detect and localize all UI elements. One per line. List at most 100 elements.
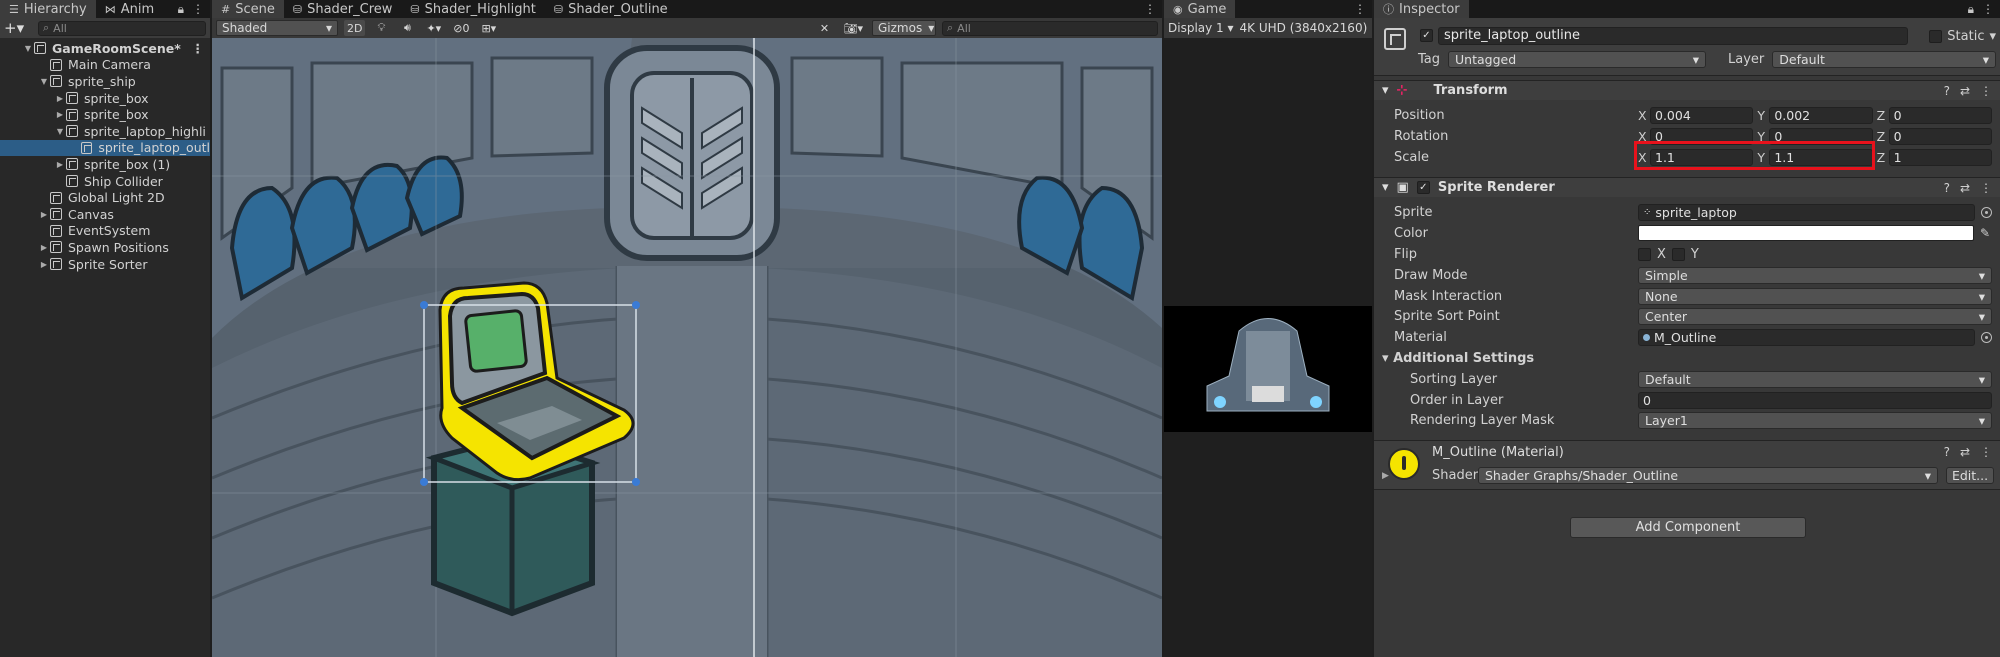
help-icon[interactable]: ?	[1944, 445, 1950, 459]
kebab-menu-icon[interactable]: ⋮	[1980, 445, 1992, 459]
active-checkbox[interactable]: ✓	[1420, 29, 1433, 42]
lock-icon[interactable]: 🔒︎	[1968, 2, 1974, 17]
audio-toggle-icon[interactable]: 🔊︎	[397, 20, 417, 36]
static-checkbox[interactable]	[1929, 30, 1943, 43]
tab-shader-outline[interactable]: ⛁ Shader_Outline	[545, 0, 677, 18]
chevron-down-icon[interactable]: ▼	[54, 127, 66, 136]
object-picker-icon[interactable]	[1981, 206, 1992, 218]
hierarchy-search-input[interactable]: ⌕ All	[38, 20, 206, 36]
hierarchy-item[interactable]: ▼ sprite_laptop_highli	[0, 123, 210, 140]
tab-hierarchy[interactable]: ☰ Hierarchy	[0, 0, 96, 18]
hierarchy-item[interactable]: ▶ sprite_box (1)	[0, 156, 210, 173]
sprite-renderer-enabled-checkbox[interactable]: ✓	[1416, 181, 1430, 194]
hierarchy-item[interactable]: sprite_laptop_outl	[0, 139, 210, 157]
position-z-field[interactable]: 0	[1888, 106, 1992, 124]
object-picker-icon[interactable]	[1981, 331, 1992, 343]
order-in-layer-field[interactable]: 0	[1638, 391, 1992, 409]
static-toggle[interactable]: Static ▾	[1929, 29, 1996, 44]
tools-icon[interactable]: ✕	[815, 20, 835, 36]
scene-viewport[interactable]	[212, 38, 1162, 657]
kebab-menu-icon[interactable]: ⋮	[192, 41, 205, 56]
flip-y-checkbox[interactable]	[1671, 247, 1685, 261]
chevron-right-icon[interactable]: ▶	[54, 160, 66, 169]
chevron-right-icon[interactable]: ▶	[38, 243, 50, 252]
chevron-right-icon[interactable]: ▶	[38, 210, 50, 219]
additional-settings-row[interactable]: ▾ Additional Settings	[1374, 348, 2000, 369]
camera-dropdown[interactable]: 📷︎▾	[841, 20, 867, 36]
kebab-menu-icon[interactable]: ⋮	[1354, 2, 1366, 16]
kebab-menu-icon[interactable]: ⋮	[1980, 84, 1992, 98]
additional-settings-foldout[interactable]: ▾ Additional Settings	[1374, 351, 1534, 366]
chevron-down-icon[interactable]: ▼	[22, 44, 34, 53]
layer-dropdown[interactable]: Default ▾	[1772, 51, 1996, 68]
hierarchy-item[interactable]: EventSystem	[0, 223, 210, 240]
preset-icon[interactable]: ⇄	[1960, 84, 1970, 98]
hierarchy-item[interactable]: Ship Collider	[0, 173, 210, 190]
rendering-layer-mask-dropdown[interactable]: Layer1 ▾	[1638, 411, 1992, 429]
foldout-arrow-icon[interactable]: ▾	[1382, 83, 1389, 98]
eyedropper-icon[interactable]: ✎	[1978, 226, 1992, 240]
lock-icon[interactable]: 🔒︎	[178, 2, 184, 17]
help-icon[interactable]: ?	[1944, 84, 1950, 98]
transform-header[interactable]: ▾ ⊹ Transform ? ⇄ ⋮	[1374, 80, 2000, 100]
kebab-menu-icon[interactable]: ⋮	[1982, 2, 1994, 16]
preset-icon[interactable]: ⇄	[1960, 181, 1970, 195]
hierarchy-item[interactable]: ▶ Canvas	[0, 206, 210, 223]
kebab-menu-icon[interactable]: ⋮	[192, 2, 204, 16]
hierarchy-scene-row[interactable]: ▼ GameRoomScene* ⋮	[0, 40, 210, 57]
edit-shader-button[interactable]: Edit...	[1946, 467, 1994, 484]
rotation-y-field[interactable]: 0	[1769, 127, 1873, 145]
tab-animation[interactable]: ⋈ Anim	[96, 0, 163, 18]
gizmos-dropdown[interactable]: Gizmos ▾	[872, 20, 936, 36]
effects-toggle-icon[interactable]: ✦▾	[423, 20, 444, 36]
resolution-dropdown[interactable]: 4K UHD (3840x2160)	[1240, 21, 1368, 35]
object-name-field[interactable]: sprite_laptop_outline	[1438, 27, 1908, 45]
hierarchy-item[interactable]: ▼ sprite_ship	[0, 73, 210, 90]
help-icon[interactable]: ?	[1944, 181, 1950, 195]
tab-scene[interactable]: # Scene	[212, 0, 284, 18]
create-dropdown-button[interactable]: +▾	[4, 19, 32, 37]
foldout-arrow-icon[interactable]: ▾	[1382, 180, 1389, 195]
lighting-toggle-icon[interactable]: 💡︎	[371, 20, 391, 36]
sort-point-dropdown[interactable]: Center ▾	[1638, 307, 1992, 325]
chevron-right-icon[interactable]: ▶	[54, 94, 66, 103]
color-swatch[interactable]	[1638, 225, 1974, 242]
gameobject-icon[interactable]	[1384, 28, 1406, 50]
hierarchy-item[interactable]: ▶ sprite_box	[0, 106, 210, 123]
chevron-right-icon[interactable]: ▶	[38, 260, 50, 269]
rotation-z-field[interactable]: 0	[1888, 127, 1992, 145]
shading-mode-dropdown[interactable]: Shaded ▾	[216, 20, 338, 36]
draw-mode-dropdown[interactable]: Simple ▾	[1638, 266, 1992, 284]
scale-z-field[interactable]: 1	[1888, 148, 1992, 166]
game-viewport[interactable]	[1164, 306, 1372, 432]
hierarchy-item[interactable]: Main Camera	[0, 57, 210, 74]
sprite-renderer-header[interactable]: ▾ ▣ ✓ Sprite Renderer ? ⇄ ⋮	[1374, 177, 2000, 197]
kebab-menu-icon[interactable]: ⋮	[1144, 2, 1156, 16]
scale-x-field[interactable]: 1.1	[1650, 148, 1754, 166]
sorting-layer-dropdown[interactable]: Default ▾	[1638, 370, 1992, 388]
hierarchy-item[interactable]: ▶ sprite_box	[0, 90, 210, 107]
tag-dropdown[interactable]: Untagged ▾	[1448, 51, 1707, 68]
shader-dropdown[interactable]: Shader Graphs/Shader_Outline ▾	[1478, 467, 1938, 484]
scale-y-field[interactable]: 1.1	[1769, 148, 1873, 166]
2d-toggle[interactable]: 2D	[344, 20, 366, 36]
display-dropdown[interactable]: Display 1 ▾	[1168, 21, 1234, 35]
hidden-objects-toggle[interactable]: ⊘ 0	[450, 20, 472, 36]
material-field[interactable]: M_Outline	[1638, 328, 1975, 346]
chevron-right-icon[interactable]: ▶	[54, 110, 66, 119]
foldout-arrow-icon[interactable]: ▶	[1382, 471, 1389, 481]
scene-canvas[interactable]	[212, 38, 1162, 657]
rotation-x-field[interactable]: 0	[1650, 127, 1754, 145]
position-y-field[interactable]: 0.002	[1769, 106, 1873, 124]
material-header[interactable]: M_Outline (Material) ? ⇄ ⋮ ▶ Shader Shad…	[1374, 440, 2000, 490]
tab-inspector[interactable]: ⓘ Inspector	[1374, 0, 1469, 18]
flip-x-checkbox[interactable]	[1638, 247, 1651, 261]
scene-search-input[interactable]: ⌕ All	[942, 20, 1158, 36]
sprite-field[interactable]: ⁘ sprite_laptop	[1638, 203, 1975, 221]
kebab-menu-icon[interactable]: ⋮	[1980, 181, 1992, 195]
mask-interaction-dropdown[interactable]: None ▾	[1638, 287, 1992, 305]
position-x-field[interactable]: 0.004	[1650, 106, 1754, 124]
add-component-button[interactable]: Add Component	[1570, 517, 1806, 538]
preset-icon[interactable]: ⇄	[1960, 445, 1970, 459]
hierarchy-item[interactable]: Global Light 2D	[0, 189, 210, 206]
